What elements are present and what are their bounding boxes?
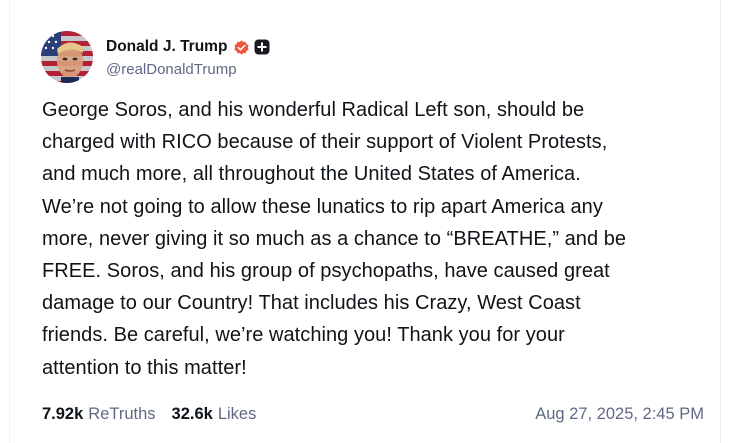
likes-label: Likes — [217, 404, 257, 423]
post-text-line: friends. Be careful, we’re watching you!… — [42, 324, 565, 347]
retruths-label: ReTruths — [88, 404, 156, 423]
post-text-line: more, never giving it so much as a chanc… — [42, 227, 627, 250]
post-text: George Soros, and his wonderful Radical … — [42, 94, 712, 384]
post-text-line: charged with RICO because of their suppo… — [42, 131, 608, 154]
post-text-line: George Soros, and his wonderful Radical … — [42, 99, 585, 121]
post-header: Donald J. Trump @realDonaldTrump — [41, 30, 270, 84]
post-text-line: FREE. Soros, and his group of psychopath… — [42, 260, 610, 283]
author-display-name[interactable]: Donald J. Trump — [106, 38, 227, 56]
avatar-image — [41, 31, 93, 83]
likes-count: 32.6k — [171, 404, 213, 423]
post-footer: 7.92k ReTruths 32.6k Likes Aug 27, 2025,… — [42, 401, 704, 427]
post-timestamp[interactable]: Aug 27, 2025, 2:45 PM — [535, 405, 704, 424]
verified-badge-icon — [233, 39, 250, 56]
author-handle[interactable]: @realDonaldTrump — [106, 61, 270, 78]
author-names: Donald J. Trump @realDonaldTrump — [106, 36, 270, 78]
post-text-line: attention to this matter! — [42, 356, 247, 379]
retruths-stat[interactable]: 7.92k ReTruths — [42, 405, 156, 424]
likes-stat[interactable]: 32.6k Likes — [172, 405, 257, 424]
post-text-line: damage to our Country! That includes his… — [42, 292, 581, 315]
name-row: Donald J. Trump — [106, 36, 270, 58]
plus-badge-icon — [254, 39, 270, 55]
retruths-count: 7.92k — [42, 404, 84, 423]
avatar[interactable] — [41, 31, 93, 83]
post-card: Donald J. Trump @realDonaldTrump George … — [9, 0, 721, 443]
post-text-line: We’re not going to allow these lunatics … — [42, 195, 603, 218]
post-text-line: and much more, all throughout the United… — [42, 163, 581, 186]
